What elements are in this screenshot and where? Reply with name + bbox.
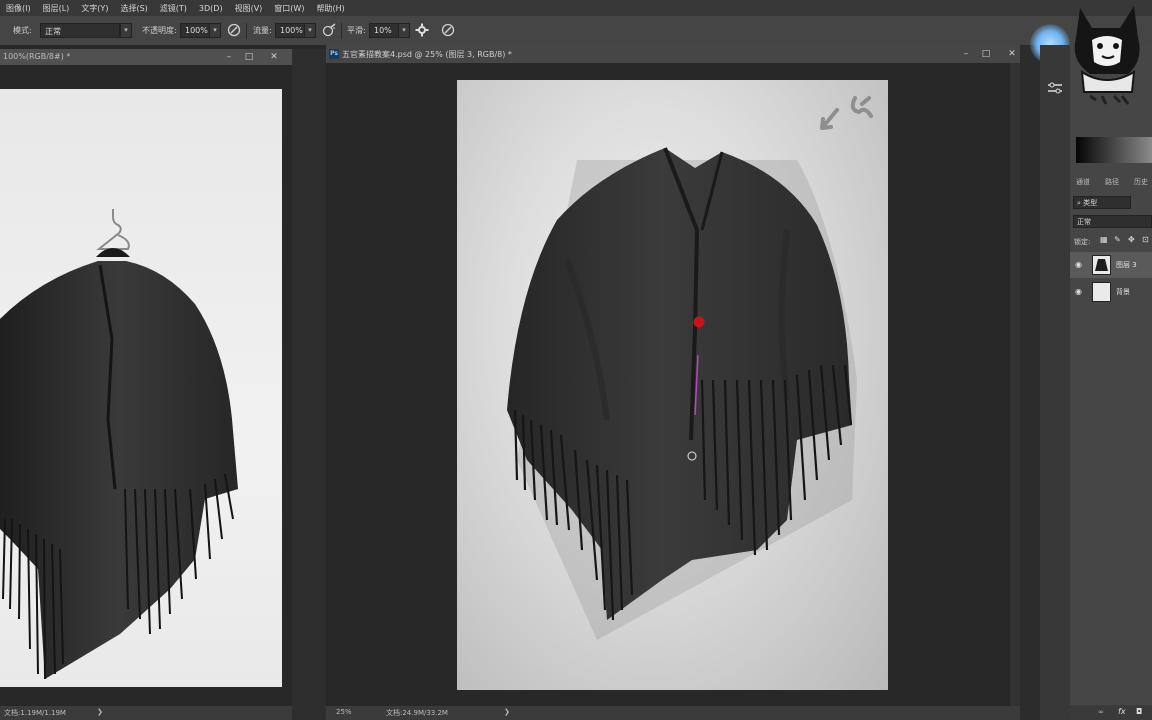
pressure-size-icon[interactable]	[440, 22, 456, 38]
mode-label: 模式:	[13, 26, 32, 35]
chevron-down-icon[interactable]: ▾	[120, 23, 132, 38]
close-button[interactable]: ✕	[267, 50, 281, 64]
tab-history[interactable]: 历史	[1134, 177, 1148, 187]
airbrush-icon[interactable]	[321, 22, 337, 38]
layer-name: 背景	[1116, 288, 1130, 296]
chevron-down-icon[interactable]: ▾	[304, 23, 316, 38]
lock-position-icon[interactable]: ✥	[1128, 235, 1135, 244]
layer-filter-value: 类型	[1083, 199, 1098, 207]
chevron-down-icon[interactable]: ▾	[209, 23, 221, 38]
layer-row[interactable]: ◉ 背景	[1070, 279, 1152, 305]
divider	[246, 23, 247, 39]
chevron-down-icon[interactable]: ▾	[398, 23, 410, 38]
mascot-logo	[1074, 6, 1140, 105]
document-titlebar[interactable]: 100%(RGB/8#) * – □ ✕	[0, 49, 292, 65]
mask-icon[interactable]: ◘	[1136, 707, 1142, 716]
document-size: 文档:1.19M/1.19M	[4, 709, 66, 717]
opacity-input[interactable]: 100%	[180, 23, 210, 38]
menu-layer[interactable]: 图层(L)	[43, 3, 70, 14]
eye-icon[interactable]: ◉	[1075, 287, 1082, 296]
status-bar: 文档:1.19M/1.19M ❯	[0, 706, 292, 720]
poncho-photo-image	[0, 209, 238, 680]
workspace-gap	[292, 49, 326, 720]
layers-panel: 通道 路径 历史 ⌕ 类型 正常 锁定: ▦ ✎ ✥ ⊡ ◉ 图层 3 ◉ 背景…	[1070, 45, 1152, 720]
layer-row[interactable]: ◉ 图层 3	[1070, 252, 1152, 278]
photoshop-icon: Ps	[329, 49, 339, 59]
status-arrow-icon[interactable]: ❯	[504, 708, 510, 716]
minimize-button[interactable]: –	[222, 50, 236, 64]
reference-photo[interactable]	[0, 89, 282, 687]
layer-thumbnail	[1092, 282, 1111, 302]
document-title: 100%(RGB/8#) *	[3, 52, 71, 61]
layer-thumbnail	[1092, 255, 1111, 275]
flow-label: 流量:	[253, 26, 272, 35]
zoom-level[interactable]: 25%	[336, 708, 352, 716]
properties-icon[interactable]	[1047, 81, 1063, 95]
menu-help[interactable]: 帮助(H)	[316, 3, 344, 14]
drawing-canvas[interactable]	[457, 80, 888, 690]
opacity-label: 不透明度:	[142, 26, 177, 35]
blend-mode-select[interactable]: 正常	[1073, 215, 1152, 228]
main-document-window: Ps 五官素描教案4.psd @ 25% (图层 3, RGB/8) * – □…	[326, 45, 1020, 720]
divider	[341, 23, 342, 39]
layer-thumbnail-image	[1095, 259, 1108, 271]
menu-bar: 图像(I) 图层(L) 文字(Y) 选择(S) 滤镜(T) 3D(D) 视图(V…	[0, 0, 1152, 16]
layer-filter-select[interactable]: ⌕ 类型	[1073, 196, 1131, 209]
panel-icon-strip	[1040, 45, 1070, 720]
lock-paint-icon[interactable]: ✎	[1114, 235, 1121, 244]
mode-select[interactable]: 正常	[40, 23, 120, 38]
fx-button[interactable]: fx	[1118, 707, 1126, 716]
smooth-label: 平滑:	[347, 26, 366, 35]
close-button[interactable]: ✕	[1005, 47, 1019, 61]
menu-3d[interactable]: 3D(D)	[199, 4, 223, 13]
maximize-button[interactable]: □	[979, 47, 993, 61]
workspace-gap	[1020, 45, 1040, 720]
vertical-scrollbar[interactable]	[1010, 63, 1020, 706]
link-icon[interactable]: ∞	[1098, 708, 1104, 716]
menu-window[interactable]: 窗口(W)	[274, 3, 304, 14]
options-bar: 模式: 正常 ▾ 不透明度: 100% ▾ 流量: 100% ▾ 平滑: 10%…	[0, 16, 1152, 46]
gradient-swatch[interactable]	[1076, 137, 1152, 163]
pressure-opacity-icon[interactable]	[226, 22, 242, 38]
menu-image[interactable]: 图像(I)	[6, 3, 31, 14]
tab-paths[interactable]: 路径	[1105, 177, 1119, 187]
status-arrow-icon[interactable]: ❯	[97, 708, 103, 716]
menu-type[interactable]: 文字(Y)	[81, 3, 108, 14]
tab-channels[interactable]: 通道	[1076, 177, 1090, 187]
menu-filter[interactable]: 滤镜(T)	[160, 3, 187, 14]
lock-all-icon[interactable]: ⊡	[1142, 235, 1149, 244]
reference-document-window: 100%(RGB/8#) * – □ ✕ 文档:1.19M/1.19M ❯	[0, 49, 292, 720]
lock-pixels-icon[interactable]: ▦	[1100, 235, 1108, 244]
status-bar: 25% 文档:24.9M/33.2M ❯	[326, 706, 1020, 720]
maximize-button[interactable]: □	[242, 50, 256, 64]
menu-view[interactable]: 视图(V)	[235, 3, 263, 14]
layer-name: 图层 3	[1116, 261, 1137, 269]
smooth-input[interactable]: 10%	[369, 23, 399, 38]
layers-panel-footer: ∞ fx ◘	[1070, 705, 1152, 720]
document-title: 五官素描教案4.psd @ 25% (图层 3, RGB/8) *	[342, 50, 512, 59]
minimize-button[interactable]: –	[959, 47, 973, 61]
gear-icon[interactable]	[414, 22, 430, 38]
eye-icon[interactable]: ◉	[1075, 260, 1082, 269]
poncho-sketch-image	[507, 96, 873, 640]
lock-label: 锁定:	[1074, 238, 1091, 246]
document-size: 文档:24.9M/33.2M	[386, 709, 448, 717]
menu-select[interactable]: 选择(S)	[120, 3, 147, 14]
document-titlebar[interactable]: Ps 五官素描教案4.psd @ 25% (图层 3, RGB/8) * – □…	[326, 45, 1020, 63]
flow-input[interactable]: 100%	[275, 23, 305, 38]
